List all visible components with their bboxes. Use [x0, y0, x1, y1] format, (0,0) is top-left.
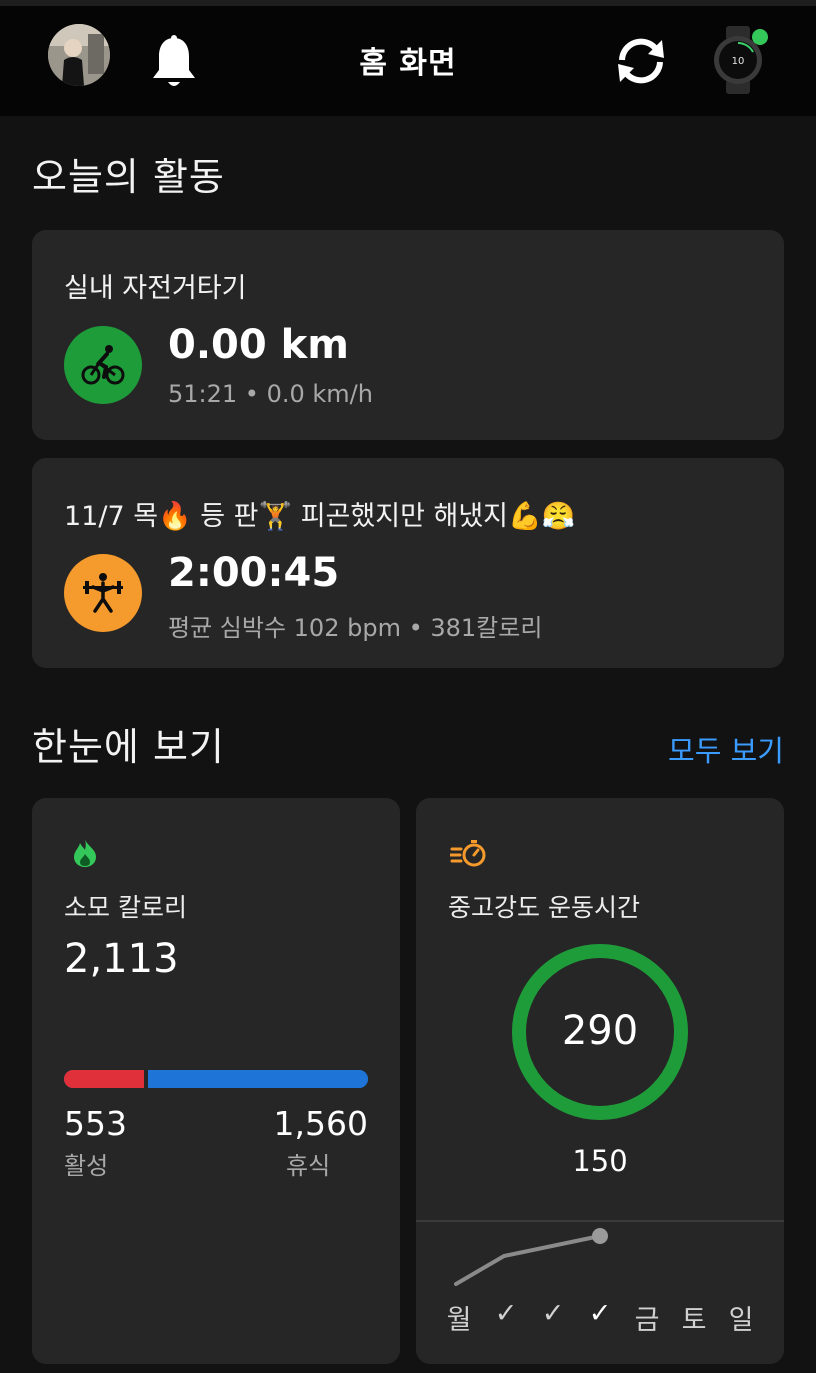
- calories-card[interactable]: 소모 칼로리 2,113 553 1,560 활성 휴식: [32, 798, 400, 1364]
- page-title: 홈 화면: [359, 46, 457, 81]
- sync-icon[interactable]: [612, 36, 670, 86]
- section-title-today: 오늘의 활동: [32, 155, 225, 199]
- activity-duration: 2:00:45: [168, 550, 340, 596]
- activity-details: 51:21 • 0.0 km/h: [168, 380, 373, 408]
- intensity-stopwatch-icon: [450, 840, 486, 867]
- activity-title: 실내 자전거타기: [64, 273, 247, 304]
- day-sat: 토: [681, 1305, 707, 1336]
- activity-card-strength[interactable]: 11/7 목🔥 등 판🏋 피곤했지만 해냈지💪😤 2:00:45 평균 심박수 …: [32, 458, 784, 668]
- day-tue-check: ✓: [494, 1298, 518, 1329]
- activity-distance: 0.00 km: [168, 322, 349, 368]
- intensity-label: 중고강도 운동시간: [448, 893, 640, 922]
- intensity-minutes-value: 290: [561, 1008, 639, 1054]
- day-fri: 금: [634, 1305, 660, 1336]
- rest-calories-label: 휴식: [286, 1152, 331, 1180]
- calories-bar-active: [64, 1070, 148, 1088]
- active-calories-value: 553: [64, 1104, 127, 1143]
- section-title-glance: 한눈에 보기: [32, 725, 225, 769]
- intensity-goal-value: 150: [572, 1144, 628, 1178]
- activity-card-cycling[interactable]: 실내 자전거타기 0.00 km 51:21 • 0.0 km/h: [32, 230, 784, 440]
- calories-label: 소모 칼로리: [64, 893, 187, 922]
- cycling-icon: [64, 326, 142, 404]
- activity-title: 11/7 목🔥 등 판🏋 피곤했지만 해냈지💪😤: [64, 501, 576, 532]
- calories-total: 2,113: [64, 936, 179, 982]
- day-wed-check: ✓: [541, 1298, 565, 1329]
- calories-bar: [64, 1070, 368, 1088]
- day-sun: 일: [728, 1305, 754, 1336]
- day-thu-check: ✓: [588, 1298, 612, 1329]
- intensity-minutes-card[interactable]: 중고강도 운동시간 290 150 월 ✓ ✓ ✓ 금 토 일: [416, 798, 784, 1364]
- activity-details: 평균 심박수 102 bpm • 381칼로리: [168, 614, 543, 642]
- rest-calories-value: 1,560: [273, 1104, 368, 1143]
- strength-training-icon: [64, 554, 142, 632]
- day-mon: 월: [446, 1305, 472, 1336]
- svg-text:10: 10: [732, 56, 745, 67]
- weekly-trend-line: [454, 1228, 608, 1286]
- active-calories-label: 활성: [64, 1152, 109, 1180]
- weekday-row: 월 ✓ ✓ ✓ 금 토 일: [440, 1298, 760, 1337]
- connection-status-dot: [752, 29, 768, 45]
- flame-icon: [74, 839, 96, 867]
- view-all-link[interactable]: 모두 보기: [668, 728, 784, 770]
- calories-bar-rest: [147, 1070, 368, 1088]
